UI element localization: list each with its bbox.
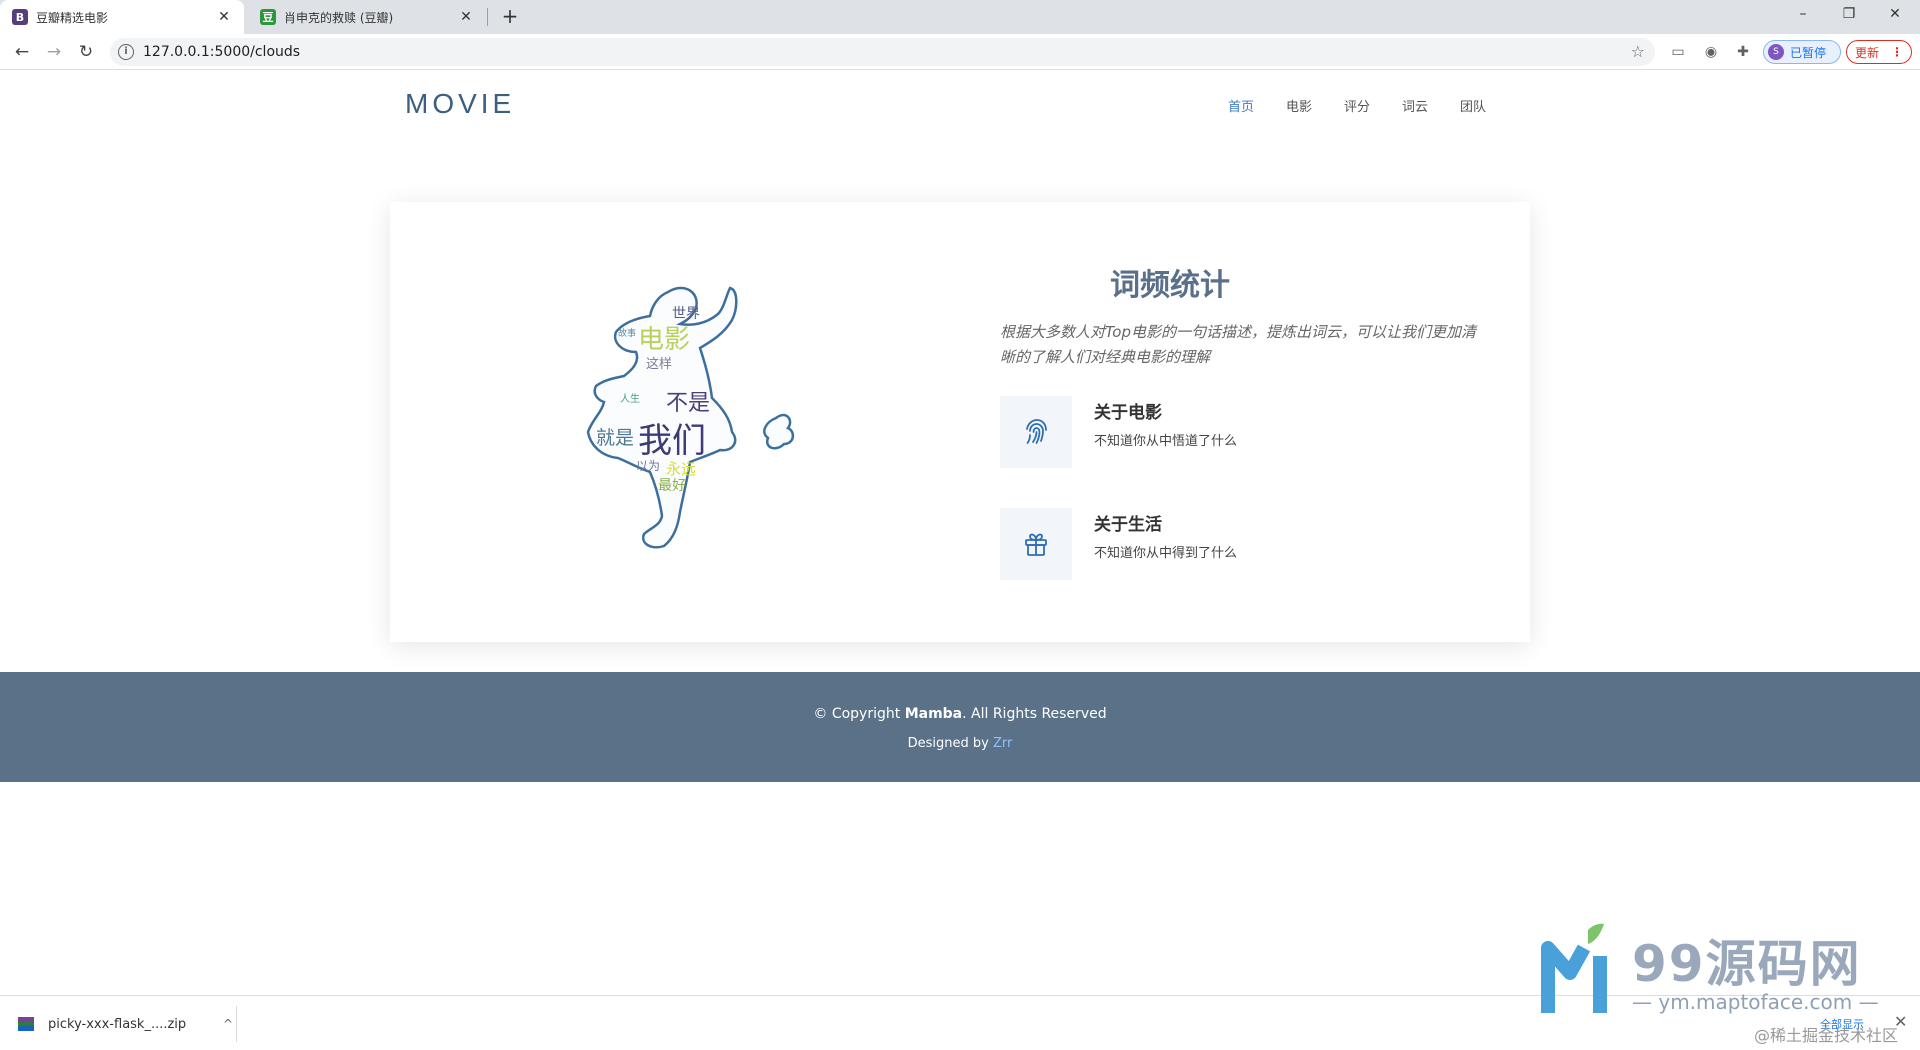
wordcloud-card: 世界 电影 这样 不是 就是 我们 永远 以为 最好 故事 人生 词频统计 根据… <box>390 202 1530 642</box>
browser-tab-douban[interactable]: 豆 肖申克的救赎 (豆瓣) ✕ <box>248 0 486 34</box>
minimize-icon[interactable]: – <box>1780 0 1826 30</box>
feature-text: 不知道你从中悟道了什么 <box>1094 434 1238 449</box>
cloud-word: 以为 <box>636 459 660 473</box>
zip-file-icon <box>18 1017 34 1031</box>
section-title: 词频统计 <box>1110 268 1230 303</box>
feature-title: 关于生活 <box>1094 515 1162 535</box>
feature-about-life: 关于生活 不知道你从中得到了什么 <box>1000 508 1420 580</box>
forward-icon[interactable]: → <box>42 40 66 64</box>
profile-status: 已暂停 <box>1790 45 1827 60</box>
nav-item-team[interactable]: 团队 <box>1460 96 1518 115</box>
browser-tab-active[interactable]: B 豆瓣精选电影 ✕ <box>0 0 244 34</box>
gift-icon <box>1000 508 1072 580</box>
nav-item-home[interactable]: 首页 <box>1228 96 1286 115</box>
update-button[interactable]: 更新 ⋮ <box>1846 40 1912 64</box>
feature-about-movies: 关于电影 不知道你从中悟道了什么 <box>1000 396 1420 468</box>
more-menu-icon[interactable]: ⋮ <box>1891 45 1903 59</box>
address-bar[interactable]: i 127.0.0.1:5000/clouds ☆ <box>110 38 1655 66</box>
watermark-logo-icon <box>1541 923 1607 1013</box>
restore-icon[interactable]: ❐ <box>1826 0 1872 30</box>
copyright-owner: Mamba <box>904 706 963 722</box>
close-tab-icon[interactable]: ✕ <box>216 9 232 25</box>
copyright-text: © Copyright Mamba. All Rights Reserved <box>0 706 1920 722</box>
main-nav: 首页 电影 评分 词云 团队 <box>1228 96 1518 115</box>
nav-item-wordcloud[interactable]: 词云 <box>1402 96 1460 115</box>
watermark-credit: @稀土掘金技术社区 <box>1754 1026 1899 1045</box>
site-logo[interactable]: MOVIE <box>405 88 515 120</box>
designed-by: Designed by Zrr <box>0 736 1920 751</box>
nav-item-ratings[interactable]: 评分 <box>1344 96 1402 115</box>
page-content: MOVIE 首页 电影 评分 词云 团队 世界 电影 这样 不是 就是 我们 永… <box>0 70 1920 995</box>
nav-item-movies[interactable]: 电影 <box>1286 96 1344 115</box>
url-text[interactable]: 127.0.0.1:5000/clouds <box>143 38 300 66</box>
cloud-word: 最好 <box>658 478 686 494</box>
watermark-url: — ym.maptoface.com — <box>1632 990 1879 1014</box>
copyright-suffix: . All Rights Reserved <box>962 706 1107 722</box>
douban-favicon-icon: 豆 <box>260 9 276 25</box>
cloud-word: 电影 <box>638 325 690 355</box>
site-info-icon[interactable]: i <box>118 44 134 60</box>
update-label: 更新 <box>1855 45 1880 60</box>
bootstrap-favicon-icon: B <box>12 9 28 25</box>
cloud-word: 故事 <box>618 327 636 339</box>
bookmark-star-icon[interactable]: ☆ <box>1631 38 1645 66</box>
cloud-word: 人生 <box>620 392 640 405</box>
extensions-puzzle-icon[interactable]: ✚ <box>1733 42 1753 62</box>
tab-title: 豆瓣精选电影 <box>36 10 109 25</box>
cloud-word: 这样 <box>646 356 672 372</box>
section-description: 根据大多数人对Top电影的一句话描述，提炼出词云，可以让我们更加清晰的了解人们对… <box>1000 323 1477 366</box>
download-divider <box>236 1006 237 1042</box>
screenshot-camera-icon[interactable]: ◉ <box>1701 42 1721 62</box>
download-item[interactable]: picky-xxx-flask_....zip ^ <box>18 1010 233 1038</box>
install-app-icon[interactable]: ▭ <box>1668 42 1688 62</box>
tab-title: 肖申克的救赎 (豆瓣) <box>284 10 394 25</box>
cloud-word: 不是 <box>666 391 710 416</box>
cloud-word: 永远 <box>666 460 696 478</box>
feature-title: 关于电影 <box>1094 403 1162 423</box>
feature-text: 不知道你从中得到了什么 <box>1094 546 1238 561</box>
cloud-word: 就是 <box>596 427 634 449</box>
profile-button[interactable]: S 已暂停 <box>1763 40 1841 64</box>
avatar: S <box>1768 44 1784 60</box>
watermark-title: 99源码网 <box>1632 935 1862 993</box>
site-footer: © Copyright Mamba. All Rights Reserved D… <box>0 672 1920 782</box>
word-cloud-image: 世界 电影 这样 不是 就是 我们 永远 以为 最好 故事 人生 <box>586 286 795 549</box>
close-tab-icon[interactable]: ✕ <box>458 9 474 25</box>
tab-divider <box>487 8 488 26</box>
copyright-prefix: © Copyright <box>813 706 901 722</box>
reload-icon[interactable]: ↻ <box>74 40 98 64</box>
new-tab-button[interactable]: + <box>498 5 522 29</box>
fingerprint-icon <box>1000 396 1072 468</box>
designer-link[interactable]: Zrr <box>993 736 1012 751</box>
designed-prefix: Designed by <box>907 736 989 751</box>
cloud-word: 我们 <box>638 421 706 461</box>
browser-tab-strip: B 豆瓣精选电影 ✕ 豆 肖申克的救赎 (豆瓣) ✕ + – ❐ ✕ <box>0 0 1920 34</box>
browser-toolbar: ← → ↻ i 127.0.0.1:5000/clouds ☆ ▭ ◉ ✚ S … <box>0 34 1920 70</box>
back-icon[interactable]: ← <box>10 40 34 64</box>
download-filename: picky-xxx-flask_....zip <box>48 1016 187 1032</box>
window-close-icon[interactable]: ✕ <box>1872 0 1918 30</box>
watermark: 99源码网 — ym.maptoface.com — @稀土掘金技术社区 <box>1540 918 1920 1050</box>
cloud-word: 世界 <box>672 306 700 322</box>
chevron-up-icon[interactable]: ^ <box>223 1017 233 1031</box>
